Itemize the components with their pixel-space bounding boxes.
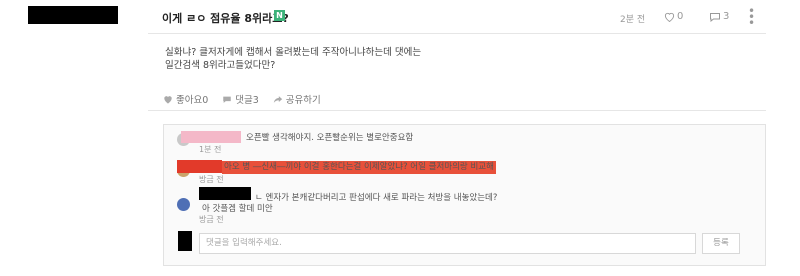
comment-time: 방금 전 [199, 215, 224, 224]
like-button[interactable]: 좋아요0 [163, 92, 208, 106]
share-button-label: 공유하기 [285, 95, 321, 106]
author-redacted-block [28, 6, 118, 24]
post-title[interactable]: 이게 ㄹㅇ 점유율 8위라고? [162, 10, 289, 26]
actions-divider [148, 110, 766, 111]
comment-icon [223, 96, 232, 103]
post-body-line-2: 일간검색 8위라고들었다만? [165, 60, 276, 71]
speech-bubble-icon [710, 12, 720, 22]
heart-icon [664, 12, 675, 22]
submit-button[interactable]: 등록 [702, 233, 740, 254]
avatar [177, 198, 190, 211]
comment-input[interactable]: 댓글을 입력해주세요. [199, 233, 696, 254]
like-count[interactable]: 0 [664, 11, 683, 22]
comment-text-highlighted: 아오 병 ―신새―끼야 이걸 홍한다는걸 이제알았냐? 어일 클저마의랑 비교해 [222, 161, 496, 174]
author-redacted-block [199, 187, 251, 200]
user-avatar-redacted [178, 231, 192, 251]
post-body-line-1: 실화냐? 클저자게에 캡해서 올려봤는데 주작아니냐하는데 댓에는 [165, 47, 422, 58]
comment-count[interactable]: 3 [709, 11, 729, 22]
comment-time: 방금 전 [199, 175, 224, 184]
share-arrow-icon [273, 95, 282, 103]
post-actions: 좋아요0 댓글3 공유하기 [163, 92, 321, 106]
comment-text: ㄴ 엔자가 본캐같다버리고 판섭에다 새로 파라는 처방을 내놓았는데? [255, 193, 498, 203]
comment-button-label: 댓글3 [235, 95, 259, 106]
more-options-icon[interactable]: • • • [748, 5, 755, 29]
comment-count-value: 3 [723, 11, 730, 22]
comment-time: 1분 전 [199, 145, 222, 154]
share-button[interactable]: 공유하기 [273, 92, 321, 106]
author-redacted-block [181, 131, 241, 143]
header-divider [148, 33, 766, 34]
comment-button[interactable]: 댓글3 [222, 92, 259, 106]
author-redacted-block [177, 160, 222, 173]
comment-text: 오픈빨 생각해야지. 오픈빨순위는 별로안중요함 [246, 133, 414, 143]
heart-filled-icon [164, 95, 172, 104]
post-time: 2분 전 [620, 15, 646, 25]
like-button-label: 좋아요0 [176, 95, 209, 106]
like-count-value: 0 [677, 11, 684, 22]
comment-reply-text: 아 갓플겜 할데 미안 [202, 204, 273, 214]
new-badge: N [274, 10, 285, 21]
